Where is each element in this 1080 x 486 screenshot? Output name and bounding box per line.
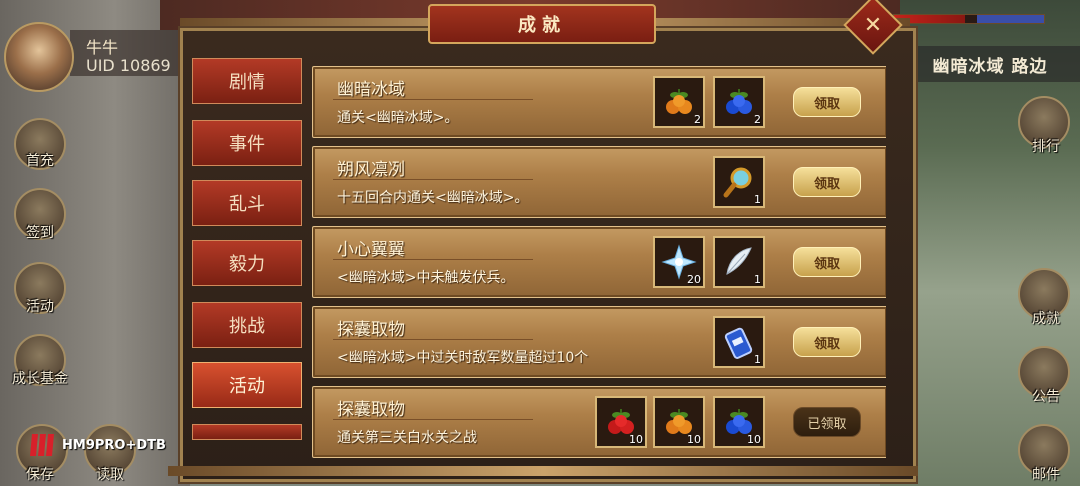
bottom-rail	[168, 466, 918, 476]
mp-fill	[976, 15, 1044, 23]
tab-activity[interactable]: 活动	[192, 362, 302, 408]
notice-label: 公告	[1032, 389, 1060, 405]
reward-qty: 1	[754, 193, 761, 206]
device-logo-icon	[30, 434, 54, 456]
signin-label: 签到	[26, 225, 54, 241]
growth-fund-label: 成长基金	[12, 371, 68, 387]
magnifier-icon[interactable]: 1	[713, 156, 765, 208]
tab-challenge[interactable]: 挑战	[192, 302, 302, 348]
ice-crystal-icon[interactable]: 20	[653, 236, 705, 288]
achievement-row: 幽暗冰域 通关<幽暗冰域>。 2 2 领取	[312, 66, 886, 138]
claim-button[interactable]: 领取	[793, 247, 861, 277]
achievement-label: 成就	[1032, 311, 1060, 327]
achievement-row: 朔风凛冽 十五回合内通关<幽暗冰域>。 1 领取	[312, 146, 886, 218]
orange-fruit-icon[interactable]: 2	[653, 76, 705, 128]
activity-label: 活动	[26, 299, 54, 315]
orange-fruit-icon[interactable]: 10	[653, 396, 705, 448]
ranking-label: 排行	[1032, 139, 1060, 155]
achievement-desc: 通关<幽暗冰域>。	[337, 110, 459, 126]
achievement-desc: <幽暗冰域>中未触发伏兵。	[337, 270, 515, 286]
map-location: 幽暗冰域 路边	[900, 46, 1080, 82]
claim-button[interactable]: 领取	[793, 327, 861, 357]
reward-qty: 10	[687, 433, 701, 446]
achievement-list[interactable]: 幽暗冰域 通关<幽暗冰域>。 2 2 领取 朔风凛冽 十五回合内通关<幽暗冰域>…	[306, 60, 886, 460]
reward-qty: 10	[629, 433, 643, 446]
tab-more[interactable]	[192, 424, 302, 440]
load-label: 读取	[96, 467, 124, 483]
reward-qty: 20	[687, 273, 701, 286]
reward-qty: 10	[747, 433, 761, 446]
claim-button[interactable]: 领取	[793, 167, 861, 197]
blue-fruit-icon[interactable]: 2	[713, 76, 765, 128]
hp-bar	[893, 14, 1045, 24]
tab-event[interactable]: 事件	[192, 120, 302, 166]
reward-qty: 2	[754, 113, 761, 126]
close-icon[interactable]: ✕	[852, 4, 894, 46]
scroll-item-icon[interactable]: 1	[713, 316, 765, 368]
achievement-row: 探囊取物 <幽暗冰域>中过关时敌军数量超过10个 1 领取	[312, 306, 886, 378]
reward-qty: 1	[754, 273, 761, 286]
tab-melee[interactable]: 乱斗	[192, 180, 302, 226]
blue-fruit-icon[interactable]: 10	[713, 396, 765, 448]
divider	[333, 179, 533, 180]
achievement-desc: <幽暗冰域>中过关时敌军数量超过10个	[337, 350, 589, 366]
achievement-desc: 十五回合内通关<幽暗冰域>。	[337, 190, 529, 206]
claim-button[interactable]: 领取	[793, 87, 861, 117]
mail-label: 邮件	[1032, 467, 1060, 483]
watermark-text: HM9PRO+DTB	[62, 437, 166, 453]
achievement-title: 探囊取物	[337, 400, 405, 420]
reward-qty: 1	[754, 353, 761, 366]
tab-story[interactable]: 剧情	[192, 58, 302, 104]
watermark: HM9PRO+DTB	[26, 430, 166, 460]
dialog-title: 成就	[428, 4, 656, 44]
divider	[333, 99, 533, 100]
first-charge-label: 首充	[26, 153, 54, 169]
save-label: 保存	[26, 467, 54, 483]
achievement-row: 小心翼翼 <幽暗冰域>中未触发伏兵。 20 1 领取	[312, 226, 886, 298]
tab-perseverance[interactable]: 毅力	[192, 240, 302, 286]
player-name: 牛牛	[86, 38, 119, 57]
achievement-row: 探囊取物 通关第三关白水关之战 10 10 10 已领取	[312, 386, 886, 458]
achievement-title: 幽暗冰域	[337, 80, 405, 100]
divider	[333, 259, 533, 260]
achievement-title: 探囊取物	[337, 320, 405, 340]
claimed-button[interactable]: 已领取	[793, 407, 861, 437]
divider	[333, 339, 533, 340]
player-uid: UID 10869	[86, 56, 171, 75]
divider	[333, 419, 533, 420]
avatar[interactable]	[4, 22, 74, 92]
feather-icon[interactable]: 1	[713, 236, 765, 288]
achievement-desc: 通关第三关白水关之战	[337, 430, 477, 446]
red-fruit-icon[interactable]: 10	[595, 396, 647, 448]
reward-qty: 2	[694, 113, 701, 126]
achievement-title: 朔风凛冽	[337, 160, 405, 180]
achievement-title: 小心翼翼	[337, 240, 405, 260]
